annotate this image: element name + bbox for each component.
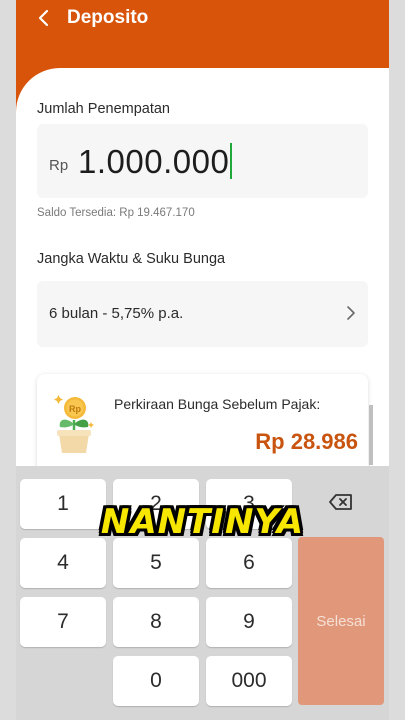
- amount-value-wrap: 1.000.000: [78, 143, 233, 181]
- key-4[interactable]: 4: [20, 538, 106, 588]
- key-0[interactable]: 0: [113, 656, 199, 706]
- key-8[interactable]: 8: [113, 597, 199, 647]
- video-caption: NANTINYA: [100, 502, 305, 542]
- interest-label: Perkiraan Bunga Sebelum Pajak:: [114, 396, 321, 412]
- key-6[interactable]: 6: [206, 538, 292, 588]
- term-value: 6 bulan - 5,75% p.a.: [49, 305, 184, 322]
- key-9[interactable]: 9: [206, 597, 292, 647]
- currency-prefix: Rp: [49, 157, 69, 174]
- money-plant-icon: Rp: [51, 390, 97, 461]
- amount-label: Jumlah Penempatan: [37, 101, 170, 117]
- text-cursor: [230, 143, 233, 179]
- available-balance: Saldo Tersedia: Rp 19.467.170: [37, 207, 195, 219]
- back-button[interactable]: [30, 4, 58, 32]
- done-button[interactable]: Selesai: [298, 537, 384, 705]
- back-arrow-icon: [38, 9, 49, 27]
- key-5[interactable]: 5: [113, 538, 199, 588]
- key-000[interactable]: 000: [206, 656, 292, 706]
- interest-value: Rp 28.986: [255, 429, 358, 454]
- coin-symbol: Rp: [69, 404, 81, 414]
- amount-value: 1.000.000: [78, 143, 230, 180]
- scroll-indicator: [369, 405, 373, 465]
- amount-input[interactable]: Rp 1.000.000: [37, 124, 368, 198]
- term-selector[interactable]: 6 bulan - 5,75% p.a.: [37, 281, 368, 347]
- right-background-band: [389, 0, 405, 720]
- key-7[interactable]: 7: [20, 597, 106, 647]
- chevron-right-icon: [346, 305, 356, 326]
- page-title: Deposito: [67, 7, 149, 28]
- term-label: Jangka Waktu & Suku Bunga: [37, 251, 226, 267]
- app-screen: Deposito Jumlah Penempatan Rp 1.000.000 …: [16, 0, 389, 720]
- left-background-band: [0, 0, 16, 720]
